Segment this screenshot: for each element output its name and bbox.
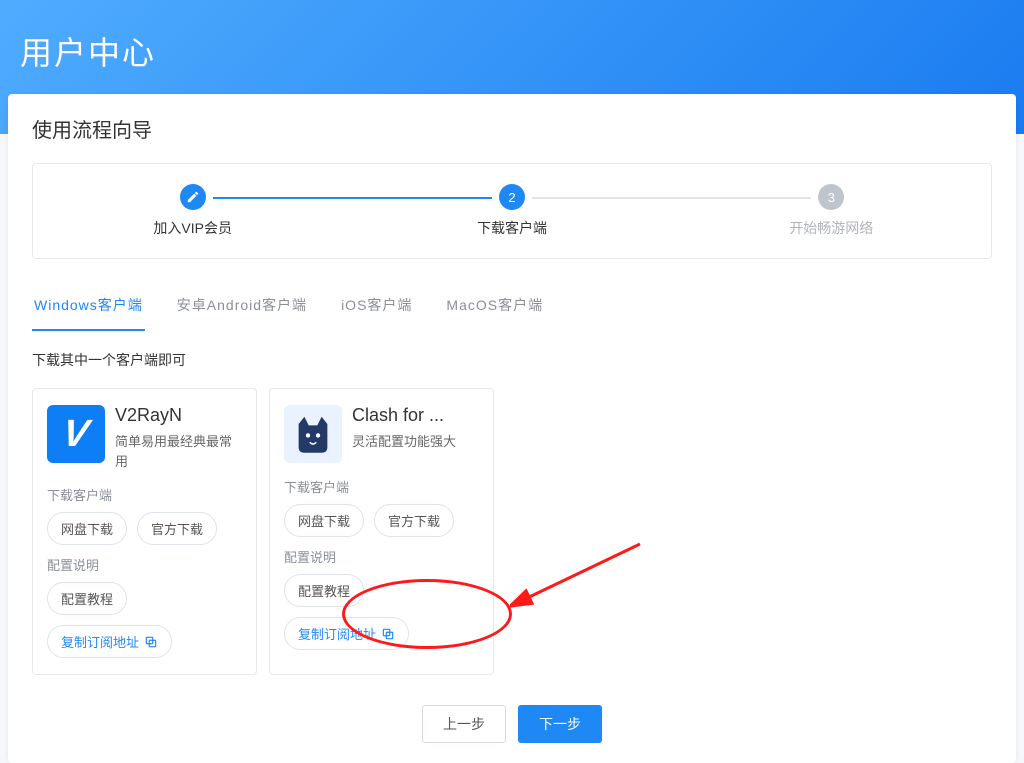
annotation-arrow-icon [510,539,660,619]
copy-subscription-label: 复制订阅地址 [61,632,139,651]
tab-ios[interactable]: iOS客户端 [339,287,414,331]
page-title: 用户中心 [20,28,1004,74]
wizard-card: 使用流程向导 加入VIP会员 2 下载客户端 3 开始畅游网络 Windows客… [8,94,1016,763]
section-download-label: 下载客户端 [47,485,242,504]
download-hint: 下载其中一个客户端即可 [32,350,992,370]
tab-windows[interactable]: Windows客户端 [32,287,145,331]
client-title: V2RayN [115,405,240,426]
config-tutorial-button[interactable]: 配置教程 [284,574,364,607]
official-download-button[interactable]: 官方下载 [137,512,217,545]
copy-subscription-button[interactable]: 复制订阅地址 [284,617,409,650]
v2rayn-icon: V [47,405,105,463]
copy-subscription-button[interactable]: 复制订阅地址 [47,625,172,658]
tab-macos[interactable]: MacOS客户端 [444,287,545,331]
prev-step-button[interactable]: 上一步 [422,705,506,743]
platform-tabs: Windows客户端 安卓Android客户端 iOS客户端 MacOS客户端 [32,287,992,332]
copy-icon [144,635,158,649]
config-tutorial-button[interactable]: 配置教程 [47,582,127,615]
client-title: Clash for ... [352,405,456,426]
official-download-button[interactable]: 官方下载 [374,504,454,537]
wizard-title: 使用流程向导 [32,114,992,143]
step-2-number: 2 [499,184,525,210]
step-3-number: 3 [818,184,844,210]
tab-android[interactable]: 安卓Android客户端 [175,287,309,331]
client-subtitle: 灵活配置功能强大 [352,432,456,452]
stepper: 加入VIP会员 2 下载客户端 3 开始畅游网络 [32,163,992,259]
client-card-clash: Clash for ... 灵活配置功能强大 下载客户端 网盘下载 官方下载 配… [269,388,494,675]
section-download-label: 下载客户端 [284,477,479,496]
pan-download-button[interactable]: 网盘下载 [284,504,364,537]
clash-icon [284,405,342,463]
pencil-icon [180,184,206,210]
step-1-label: 加入VIP会员 [33,218,352,238]
section-config-label: 配置说明 [284,547,479,566]
client-subtitle: 简单易用最经典最常用 [115,432,242,471]
step-2[interactable]: 2 下载客户端 [352,184,671,238]
step-2-label: 下载客户端 [352,218,671,238]
copy-icon [381,627,395,641]
section-config-label: 配置说明 [47,555,242,574]
pan-download-button[interactable]: 网盘下载 [47,512,127,545]
copy-subscription-label: 复制订阅地址 [298,624,376,643]
next-step-button[interactable]: 下一步 [518,705,602,743]
wizard-nav: 上一步 下一步 [32,705,992,743]
client-list: V V2RayN 简单易用最经典最常用 下载客户端 网盘下载 官方下载 配置说明… [32,388,992,675]
client-card-v2rayn: V V2RayN 简单易用最经典最常用 下载客户端 网盘下载 官方下载 配置说明… [32,388,257,675]
step-3-label: 开始畅游网络 [672,218,991,238]
step-1[interactable]: 加入VIP会员 [33,184,352,238]
step-3[interactable]: 3 开始畅游网络 [672,184,991,238]
